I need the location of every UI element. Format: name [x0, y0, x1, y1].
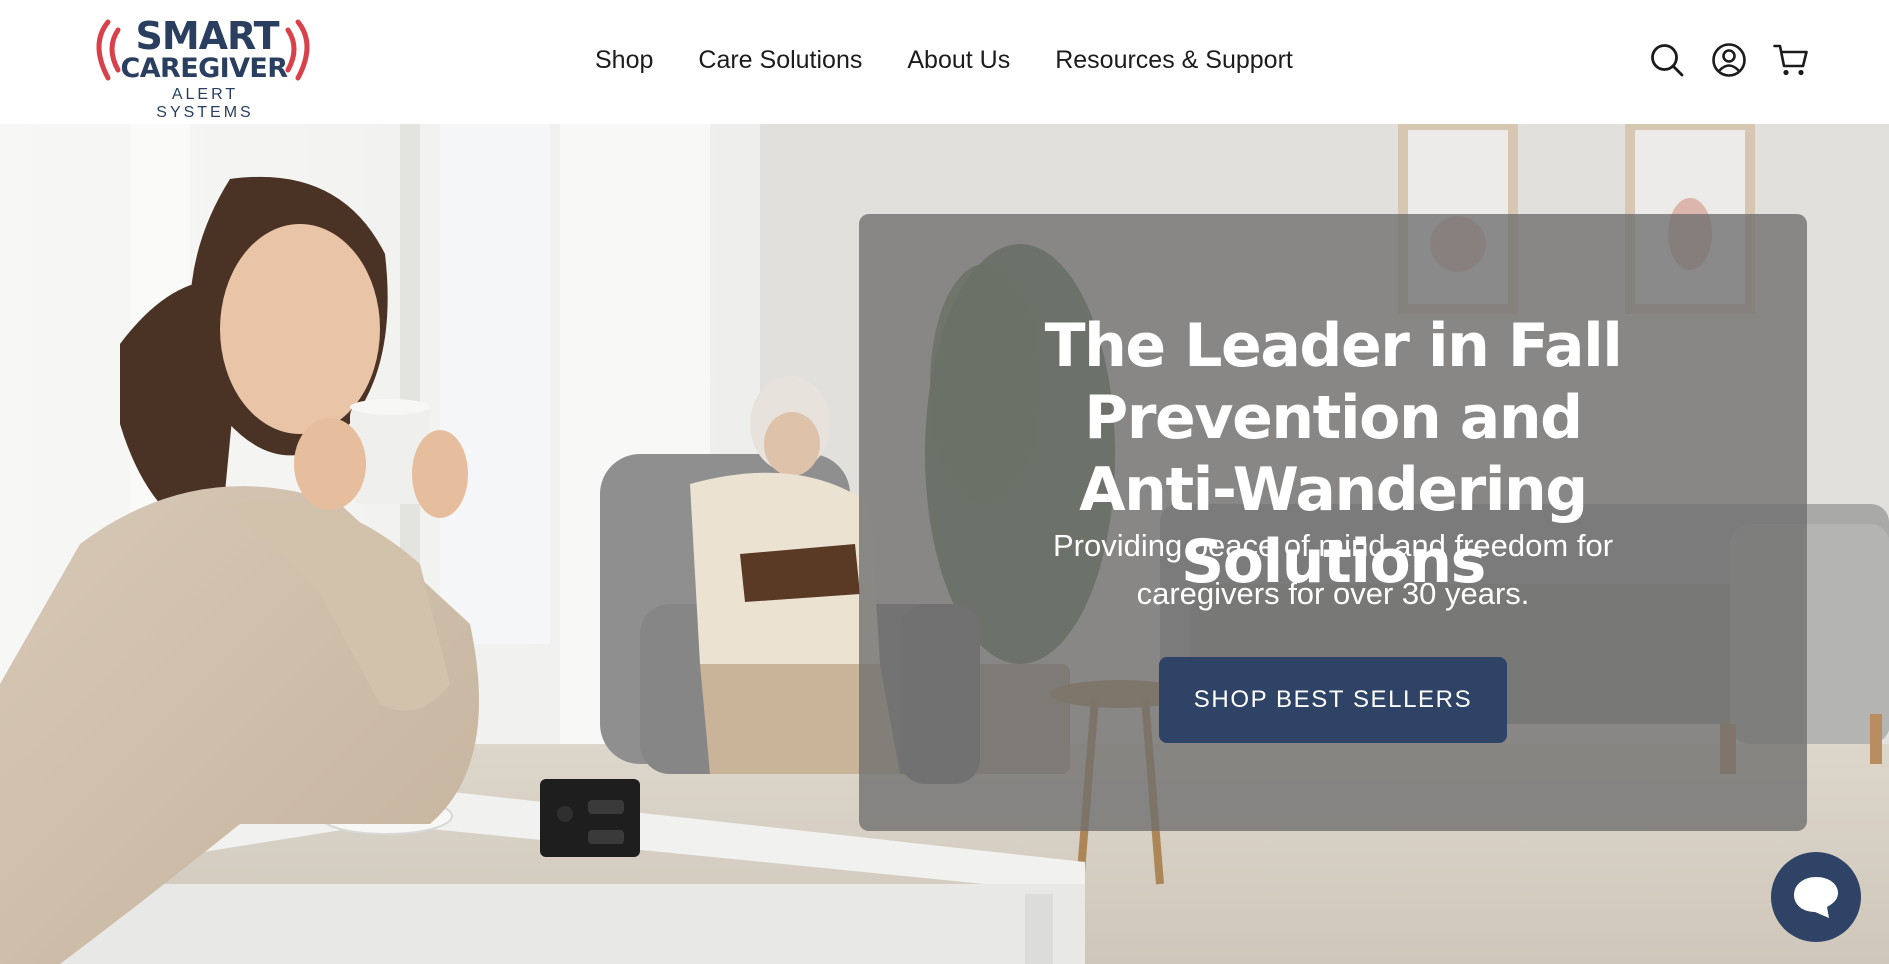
logo-text-smart: SMART: [135, 14, 279, 58]
hero-card: The Leader in Fall Prevention and Anti-W…: [859, 214, 1807, 831]
hero-section: The Leader in Fall Prevention and Anti-W…: [0, 124, 1889, 964]
brand-logo[interactable]: SMART CAREGIVER ALERT SYSTEMS: [86, 14, 320, 121]
chat-bubble-icon: [1794, 877, 1838, 918]
logo-text-caregiver: CAREGIVER: [120, 53, 288, 84]
header-actions: [1649, 38, 1809, 82]
nav-item-about-us[interactable]: About Us: [907, 46, 1010, 75]
search-icon[interactable]: [1649, 42, 1685, 78]
chat-launcher-button[interactable]: [1771, 852, 1861, 942]
nav-item-shop[interactable]: Shop: [595, 46, 653, 75]
shop-best-sellers-button[interactable]: SHOP BEST SELLERS: [1159, 657, 1507, 743]
site-header: SMART CAREGIVER ALERT SYSTEMS Shop Care …: [0, 0, 1889, 124]
nav-item-care-solutions[interactable]: Care Solutions: [698, 46, 862, 75]
main-nav: Shop Care Solutions About Us Resources &…: [595, 40, 1293, 80]
account-icon[interactable]: [1711, 42, 1747, 78]
cart-icon[interactable]: [1773, 42, 1809, 78]
hero-subtitle: Providing peace of mind and freedom for …: [1052, 528, 1614, 611]
nav-item-resources-support[interactable]: Resources & Support: [1055, 46, 1293, 75]
logo-text-alert-systems: ALERT SYSTEMS: [156, 86, 254, 121]
